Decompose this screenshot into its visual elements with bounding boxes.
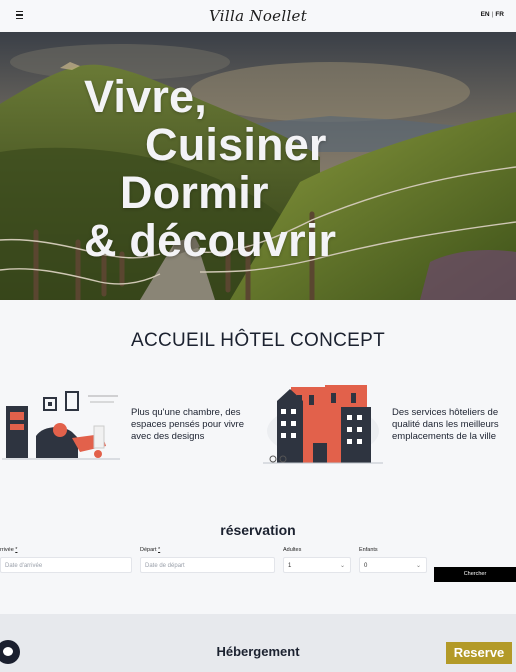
- lang-separator: |: [491, 11, 494, 18]
- top-header: Villa Noellet EN | FR: [0, 0, 516, 32]
- concept-section-title: ACCUEIL HÔTEL CONCEPT: [130, 330, 386, 351]
- hero-line-vivre: Vivre,: [84, 71, 207, 122]
- reserve-button[interactable]: Reserve: [446, 642, 512, 664]
- accommodation-title: Hébergement: [216, 644, 300, 659]
- adults-select-value: 1: [288, 563, 292, 569]
- arrival-date-input[interactable]: Date d'arrivée: [0, 557, 132, 573]
- required-mark: *: [15, 547, 18, 553]
- required-mark: *: [158, 547, 161, 553]
- departure-date-input[interactable]: Date de départ: [140, 557, 275, 573]
- departure-label-text: Départ: [140, 547, 157, 553]
- hero-banner: Vivre, Cuisiner Dormir & découvrir: [0, 32, 516, 300]
- children-select[interactable]: 0 ⌄: [359, 557, 427, 573]
- hero-line-decouvrir: & découvrir: [84, 215, 337, 266]
- feature-services-line: Des services hôteliers de: [392, 407, 499, 418]
- hamburger-menu-icon[interactable]: [16, 9, 32, 23]
- chevron-down-icon: ⌄: [415, 563, 421, 569]
- hero-line-dormir: Dormir: [120, 167, 269, 218]
- language-switcher: EN | FR: [481, 11, 504, 18]
- search-button[interactable]: Chercher: [434, 567, 516, 582]
- city-buildings-illustration: [263, 385, 383, 464]
- children-label: Enfants: [359, 547, 378, 553]
- feature-services-line: emplacements de la ville: [392, 431, 497, 442]
- lang-fr-link[interactable]: FR: [495, 11, 504, 18]
- adults-select[interactable]: 1 ⌄: [283, 557, 351, 573]
- feature-designs-line: espaces pensés pour vivre: [131, 419, 245, 430]
- arrival-label: rrivée *: [0, 547, 17, 553]
- feature-designs-text: Plus qu'une chambre, des espaces pensés …: [131, 407, 244, 443]
- feature-designs-line: Plus qu'une chambre, des: [131, 407, 241, 418]
- hero-line-cuisiner: Cuisiner: [145, 119, 327, 170]
- site-logo[interactable]: Villa Noellet: [209, 7, 307, 25]
- designer-room-illustration: [2, 391, 120, 460]
- adults-label: Adultes: [283, 547, 302, 553]
- lang-en-link[interactable]: EN: [481, 11, 490, 18]
- chevron-down-icon: ⌄: [339, 563, 345, 569]
- feature-services-line: qualité dans les meilleurs: [392, 419, 499, 430]
- children-select-value: 0: [364, 563, 368, 569]
- feature-designs-line: avec des designs: [131, 431, 205, 442]
- feature-services-text: Des services hôteliers de qualité dans l…: [392, 407, 499, 443]
- arrival-label-text: rrivée: [0, 547, 14, 553]
- accommodation-section: [0, 614, 516, 672]
- departure-label: Départ *: [140, 547, 160, 553]
- reservation-title: réservation: [220, 522, 296, 538]
